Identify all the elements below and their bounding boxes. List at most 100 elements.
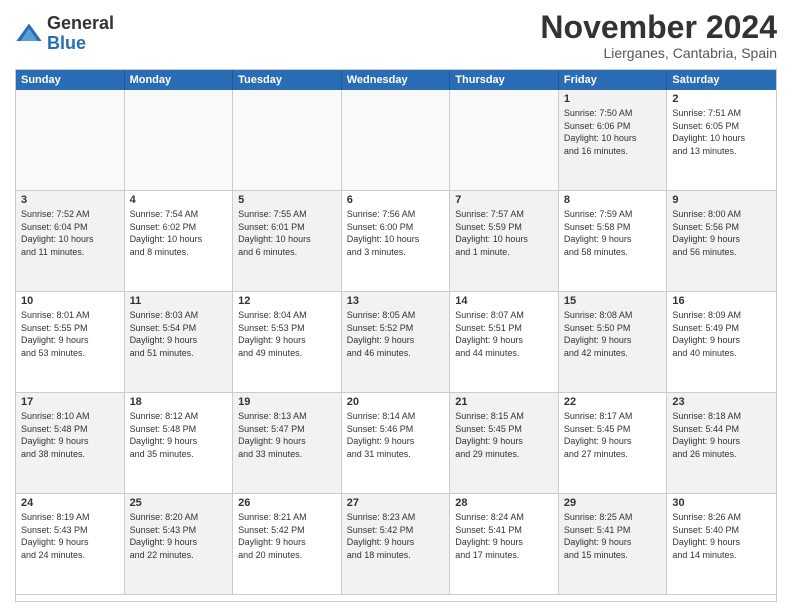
cell-text: Sunrise: 7:57 AM Sunset: 5:59 PM Dayligh… xyxy=(455,208,553,258)
cal-cell: 24Sunrise: 8:19 AM Sunset: 5:43 PM Dayli… xyxy=(16,494,125,595)
logo-blue: Blue xyxy=(47,33,86,53)
day-number: 22 xyxy=(564,396,662,408)
cell-text: Sunrise: 8:23 AM Sunset: 5:42 PM Dayligh… xyxy=(347,511,445,561)
cell-text: Sunrise: 8:21 AM Sunset: 5:42 PM Dayligh… xyxy=(238,511,336,561)
cal-cell xyxy=(125,90,234,191)
day-number: 25 xyxy=(130,497,228,509)
cell-text: Sunrise: 7:56 AM Sunset: 6:00 PM Dayligh… xyxy=(347,208,445,258)
cell-text: Sunrise: 7:55 AM Sunset: 6:01 PM Dayligh… xyxy=(238,208,336,258)
cal-cell: 9Sunrise: 8:00 AM Sunset: 5:56 PM Daylig… xyxy=(667,191,776,292)
header: General Blue November 2024 Lierganes, Ca… xyxy=(15,10,777,61)
day-number: 10 xyxy=(21,295,119,307)
day-number: 12 xyxy=(238,295,336,307)
cal-cell: 6 Sunrise: 7:56 AM Sunset: 6:00 PM Daylig… xyxy=(342,191,451,292)
cal-cell: 1 Sunrise: 7:50 AM Sunset: 6:06 PM Daylig… xyxy=(559,90,668,191)
cal-cell: 16Sunrise: 8:09 AM Sunset: 5:49 PM Dayli… xyxy=(667,292,776,393)
logo-text: General Blue xyxy=(47,14,114,54)
calendar: SundayMondayTuesdayWednesdayThursdayFrid… xyxy=(15,69,777,602)
logo-general: General xyxy=(47,13,114,33)
cell-text: Sunrise: 8:18 AM Sunset: 5:44 PM Dayligh… xyxy=(672,410,771,460)
day-number: 26 xyxy=(238,497,336,509)
cal-cell: 15 Sunrise: 8:08 AM Sunset: 5:50 PM Dayli… xyxy=(559,292,668,393)
cell-text: Sunrise: 8:26 AM Sunset: 5:40 PM Dayligh… xyxy=(672,511,771,561)
day-header-saturday: Saturday xyxy=(667,70,776,90)
day-number: 8 xyxy=(564,194,662,206)
cal-cell xyxy=(450,90,559,191)
day-header-wednesday: Wednesday xyxy=(342,70,451,90)
page: General Blue November 2024 Lierganes, Ca… xyxy=(0,0,792,612)
calendar-grid: 1 Sunrise: 7:50 AM Sunset: 6:06 PM Daylig… xyxy=(16,90,776,595)
day-header-sunday: Sunday xyxy=(16,70,125,90)
logo-icon xyxy=(15,20,43,48)
cal-cell: 26 Sunrise: 8:21 AM Sunset: 5:42 PM Dayli… xyxy=(233,494,342,595)
day-number: 7 xyxy=(455,194,553,206)
cal-cell: 20 Sunrise: 8:14 AM Sunset: 5:46 PM Dayli… xyxy=(342,393,451,494)
cal-cell: 5 Sunrise: 7:55 AM Sunset: 6:01 PM Daylig… xyxy=(233,191,342,292)
cal-cell: 23 Sunrise: 8:18 AM Sunset: 5:44 PM Dayli… xyxy=(667,393,776,494)
cal-cell: 30 Sunrise: 8:26 AM Sunset: 5:40 PM Dayli… xyxy=(667,494,776,595)
cell-text: Sunrise: 7:59 AM Sunset: 5:58 PM Dayligh… xyxy=(564,208,662,258)
day-number: 19 xyxy=(238,396,336,408)
cal-cell: 17Sunrise: 8:10 AM Sunset: 5:48 PM Dayli… xyxy=(16,393,125,494)
day-number: 27 xyxy=(347,497,445,509)
cal-cell: 19 Sunrise: 8:13 AM Sunset: 5:47 PM Dayli… xyxy=(233,393,342,494)
cell-text: Sunrise: 8:13 AM Sunset: 5:47 PM Dayligh… xyxy=(238,410,336,460)
day-number: 14 xyxy=(455,295,553,307)
cell-text: Sunrise: 8:25 AM Sunset: 5:41 PM Dayligh… xyxy=(564,511,662,561)
day-number: 20 xyxy=(347,396,445,408)
day-number: 23 xyxy=(672,396,771,408)
cal-cell: 25 Sunrise: 8:20 AM Sunset: 5:43 PM Dayli… xyxy=(125,494,234,595)
day-number: 13 xyxy=(347,295,445,307)
cal-cell: 12 Sunrise: 8:04 AM Sunset: 5:53 PM Dayli… xyxy=(233,292,342,393)
day-number: 21 xyxy=(455,396,553,408)
cal-cell xyxy=(342,90,451,191)
day-header-thursday: Thursday xyxy=(450,70,559,90)
cell-text: Sunrise: 8:09 AM Sunset: 5:49 PM Dayligh… xyxy=(672,309,771,359)
cal-cell: 2Sunrise: 7:51 AM Sunset: 6:05 PM Daylig… xyxy=(667,90,776,191)
cell-text: Sunrise: 8:04 AM Sunset: 5:53 PM Dayligh… xyxy=(238,309,336,359)
day-number: 24 xyxy=(21,497,119,509)
cell-text: Sunrise: 7:54 AM Sunset: 6:02 PM Dayligh… xyxy=(130,208,228,258)
cell-text: Sunrise: 8:07 AM Sunset: 5:51 PM Dayligh… xyxy=(455,309,553,359)
day-header-monday: Monday xyxy=(125,70,234,90)
cal-cell: 13Sunrise: 8:05 AM Sunset: 5:52 PM Dayli… xyxy=(342,292,451,393)
cell-text: Sunrise: 7:50 AM Sunset: 6:06 PM Dayligh… xyxy=(564,107,662,157)
day-number: 1 xyxy=(564,93,662,105)
day-number: 5 xyxy=(238,194,336,206)
day-header-tuesday: Tuesday xyxy=(233,70,342,90)
cal-cell: 4 Sunrise: 7:54 AM Sunset: 6:02 PM Daylig… xyxy=(125,191,234,292)
cal-cell: 22 Sunrise: 8:17 AM Sunset: 5:45 PM Dayli… xyxy=(559,393,668,494)
day-number: 9 xyxy=(672,194,771,206)
day-number: 29 xyxy=(564,497,662,509)
cell-text: Sunrise: 8:15 AM Sunset: 5:45 PM Dayligh… xyxy=(455,410,553,460)
day-number: 15 xyxy=(564,295,662,307)
cal-cell xyxy=(16,90,125,191)
calendar-header: SundayMondayTuesdayWednesdayThursdayFrid… xyxy=(16,70,776,90)
day-number: 6 xyxy=(347,194,445,206)
cell-text: Sunrise: 8:14 AM Sunset: 5:46 PM Dayligh… xyxy=(347,410,445,460)
cal-cell: 27 Sunrise: 8:23 AM Sunset: 5:42 PM Dayli… xyxy=(342,494,451,595)
cal-cell: 3Sunrise: 7:52 AM Sunset: 6:04 PM Daylig… xyxy=(16,191,125,292)
day-number: 3 xyxy=(21,194,119,206)
cell-text: Sunrise: 8:12 AM Sunset: 5:48 PM Dayligh… xyxy=(130,410,228,460)
location: Lierganes, Cantabria, Spain xyxy=(540,45,777,61)
cal-cell: 7 Sunrise: 7:57 AM Sunset: 5:59 PM Daylig… xyxy=(450,191,559,292)
cell-text: Sunrise: 8:17 AM Sunset: 5:45 PM Dayligh… xyxy=(564,410,662,460)
cell-text: Sunrise: 8:08 AM Sunset: 5:50 PM Dayligh… xyxy=(564,309,662,359)
day-number: 30 xyxy=(672,497,771,509)
cal-cell: 11Sunrise: 8:03 AM Sunset: 5:54 PM Dayli… xyxy=(125,292,234,393)
cell-text: Sunrise: 8:10 AM Sunset: 5:48 PM Dayligh… xyxy=(21,410,119,460)
cell-text: Sunrise: 8:24 AM Sunset: 5:41 PM Dayligh… xyxy=(455,511,553,561)
cell-text: Sunrise: 8:01 AM Sunset: 5:55 PM Dayligh… xyxy=(21,309,119,359)
day-number: 4 xyxy=(130,194,228,206)
logo: General Blue xyxy=(15,14,114,54)
title-section: November 2024 Lierganes, Cantabria, Spai… xyxy=(540,10,777,61)
day-number: 2 xyxy=(672,93,771,105)
cal-cell: 10 Sunrise: 8:01 AM Sunset: 5:55 PM Dayli… xyxy=(16,292,125,393)
day-number: 28 xyxy=(455,497,553,509)
day-header-friday: Friday xyxy=(559,70,668,90)
day-number: 11 xyxy=(130,295,228,307)
cal-cell: 21 Sunrise: 8:15 AM Sunset: 5:45 PM Dayli… xyxy=(450,393,559,494)
month-title: November 2024 xyxy=(540,10,777,45)
cell-text: Sunrise: 8:20 AM Sunset: 5:43 PM Dayligh… xyxy=(130,511,228,561)
